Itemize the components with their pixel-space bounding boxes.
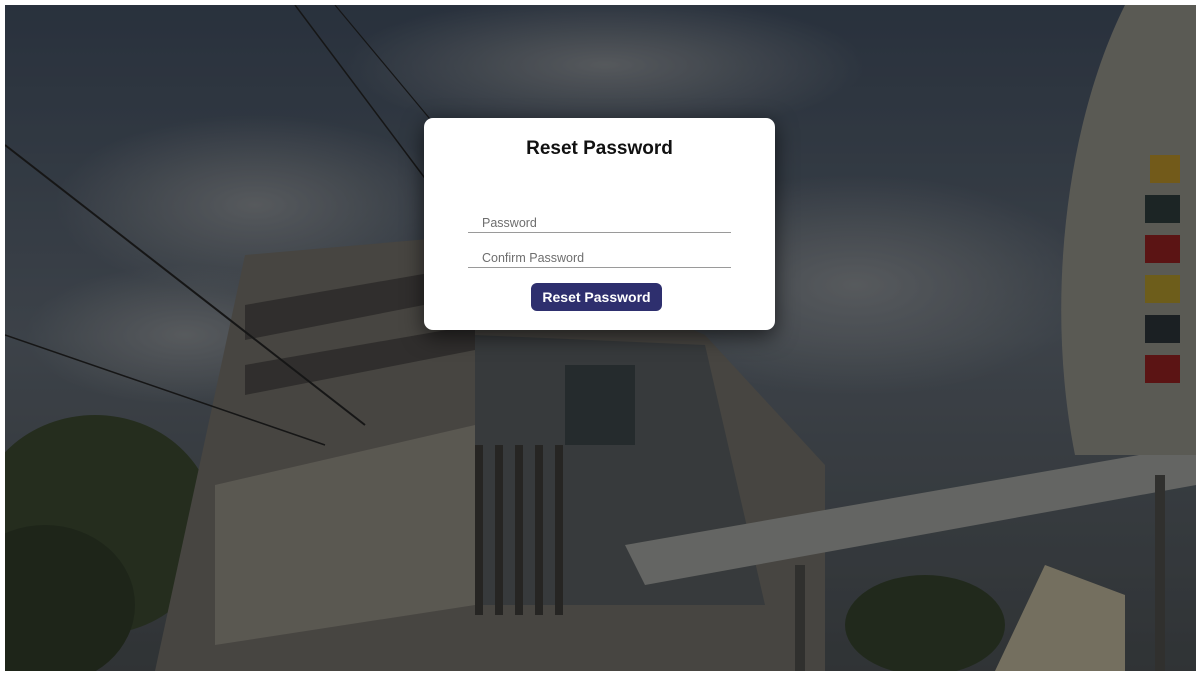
reset-password-button[interactable]: Reset Password	[531, 283, 662, 311]
card-title: Reset Password	[526, 138, 673, 159]
confirm-password-input[interactable]	[468, 248, 731, 268]
password-input[interactable]	[468, 213, 731, 233]
dark-overlay	[5, 5, 1196, 671]
page-frame	[5, 5, 1196, 671]
reset-password-card: Reset Password Reset Password	[424, 118, 775, 330]
